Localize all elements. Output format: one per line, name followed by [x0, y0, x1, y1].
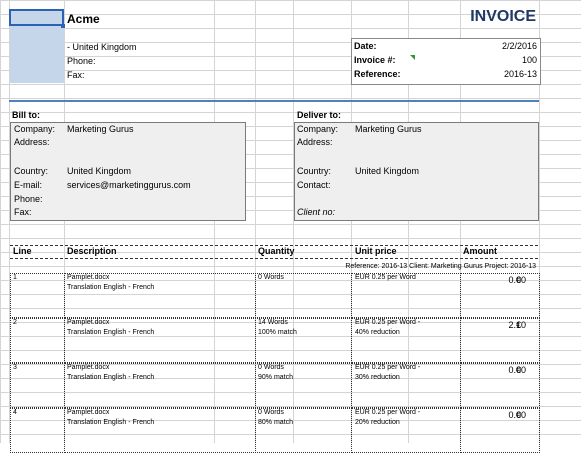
row-description-file: Pamplet.docx: [67, 364, 110, 371]
row-line-number: 2: [13, 319, 17, 326]
header-separator: [9, 100, 539, 102]
col-header-quantity: Quantity: [258, 246, 295, 256]
row-description-file: Pamplet.docx: [67, 274, 110, 281]
row-unit-price: EUR 0.25 per Word -: [355, 364, 421, 371]
table-subheader: Reference: 2016-13 Client: Marketing Gur…: [345, 263, 536, 270]
deliver-to-address-label: Address:: [297, 137, 333, 147]
currency-symbol: €: [516, 410, 522, 420]
row-match: 100% match: [258, 329, 297, 336]
bill-to-heading: Bill to:: [12, 110, 40, 120]
col-header-amount: Amount: [463, 246, 497, 256]
bill-to-company-value[interactable]: Marketing Gurus: [67, 124, 134, 134]
row-quantity: 0 Words: [258, 274, 284, 281]
bill-to-country-label: Country:: [14, 166, 49, 176]
row-quantity: 0 Words: [258, 409, 284, 416]
table-cell[interactable]: [10, 408, 65, 453]
col-header-unit-price: Unit price: [355, 246, 397, 256]
col-header-description: Description: [67, 246, 117, 256]
row-description-file: Pamplet.docx: [67, 409, 110, 416]
invoice-title: INVOICE: [470, 8, 536, 25]
table-cell[interactable]: [10, 363, 65, 408]
company-country: - United Kingdom: [67, 42, 137, 52]
currency-symbol: €: [516, 320, 522, 330]
table-cell[interactable]: [10, 318, 65, 363]
row-reduction: 30% reduction: [355, 374, 400, 381]
row-line-number: 4: [13, 409, 17, 416]
bill-to-country-value[interactable]: United Kingdom: [67, 166, 131, 176]
bill-to-company-label: Company:: [14, 124, 56, 134]
table-cell[interactable]: [10, 273, 65, 318]
bill-to-phone-label: Phone:: [14, 194, 43, 204]
bill-to-fax-label: Fax:: [14, 207, 32, 217]
row-description-file: Pamplet.docx: [67, 319, 110, 326]
reference-label: Reference:: [354, 69, 401, 79]
deliver-to-company-label: Company:: [297, 124, 339, 134]
col-header-line: Line: [13, 246, 32, 256]
table-cell[interactable]: [460, 363, 540, 408]
currency-symbol: €: [516, 365, 522, 375]
row-match: 90% match: [258, 374, 294, 381]
row-match: 80% match: [258, 419, 294, 426]
date-label: Date:: [354, 41, 377, 51]
table-cell[interactable]: [460, 318, 540, 363]
invoice-number-label: Invoice #:: [354, 55, 396, 65]
deliver-to-heading: Deliver to:: [297, 110, 342, 120]
row-unit-price: EUR 0.25 per Word -: [355, 409, 421, 416]
row-description-task: Translation English - French: [67, 329, 155, 336]
company-phone-label: Phone:: [67, 56, 96, 66]
row-unit-price: EUR 0.25 per Word -: [355, 319, 421, 326]
deliver-to-contact-label: Contact:: [297, 180, 331, 190]
row-description-task: Translation English - French: [67, 374, 155, 381]
date-value[interactable]: 2/2/2016: [502, 41, 537, 51]
bill-to-email-value[interactable]: services@marketinggurus.com: [67, 180, 191, 190]
deliver-to-country-value[interactable]: United Kingdom: [355, 166, 419, 176]
bill-to-address-label: Address:: [14, 137, 50, 147]
company-fax-label: Fax:: [67, 70, 85, 80]
row-description-task: Translation English - French: [67, 419, 155, 426]
company-name: Acme: [67, 12, 100, 26]
table-cell[interactable]: [460, 408, 540, 453]
row-reduction: 20% reduction: [355, 419, 400, 426]
row-quantity: 0 Words: [258, 364, 284, 371]
row-unit-price: EUR 0.25 per Word: [355, 274, 416, 281]
table-cell[interactable]: [460, 273, 540, 318]
row-reduction: 40% reduction: [355, 329, 400, 336]
invoice-number-value[interactable]: 100: [522, 55, 537, 65]
row-line-number: 3: [13, 364, 17, 371]
bill-to-email-label: E-mail:: [14, 180, 43, 190]
active-cell-cursor[interactable]: [9, 9, 64, 26]
row-description-task: Translation English - French: [67, 284, 155, 291]
fill-handle[interactable]: [61, 24, 65, 28]
deliver-to-company-value[interactable]: Marketing Gurus: [355, 124, 422, 134]
row-line-number: 1: [13, 274, 17, 281]
reference-value[interactable]: 2016-13: [504, 69, 537, 79]
client-no-label: Client no:: [297, 207, 336, 217]
comment-marker[interactable]: [410, 55, 415, 60]
deliver-to-country-label: Country:: [297, 166, 332, 176]
currency-symbol: €: [516, 275, 522, 285]
row-quantity: 14 Words: [258, 319, 288, 326]
